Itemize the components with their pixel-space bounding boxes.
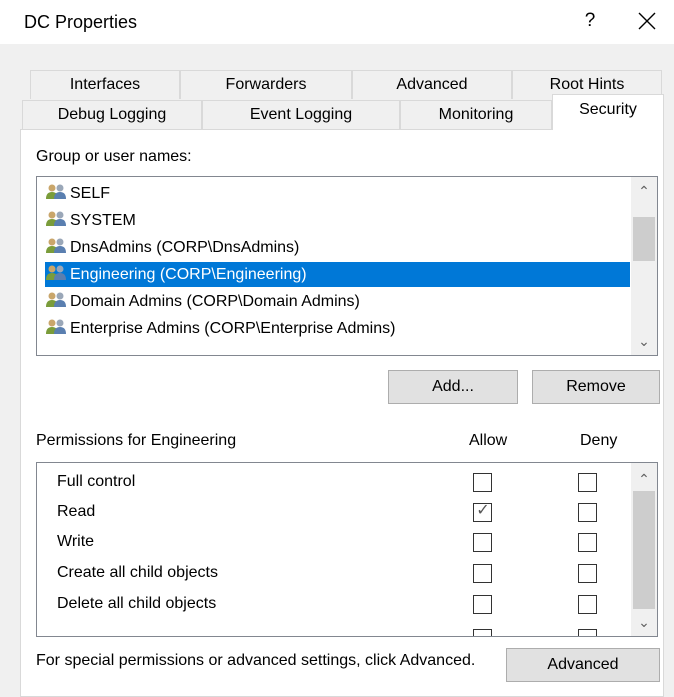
list-item-label: SYSTEM [70, 212, 136, 229]
tab-forwarders[interactable]: Forwarders [180, 70, 352, 99]
permission-name: Full control [57, 473, 136, 490]
deny-checkbox-delete-child[interactable] [578, 595, 597, 614]
dialog-title: DC Properties [24, 12, 138, 32]
permissions-scrollbar[interactable]: ⌃ ⌄ [631, 463, 657, 636]
checkmark-icon [579, 472, 597, 490]
list-item-system[interactable]: SYSTEM [45, 208, 630, 233]
tab-interfaces[interactable]: Interfaces [30, 70, 180, 99]
users-group-icon [46, 292, 66, 307]
users-group-icon [46, 211, 66, 226]
allow-checkbox-full-control[interactable] [473, 473, 492, 492]
allow-checkbox-delete-child[interactable] [473, 595, 492, 614]
advanced-button[interactable]: Advanced [506, 648, 660, 682]
special-permissions-note: For special permissions or advanced sett… [36, 652, 476, 669]
permission-name: Read [57, 503, 96, 520]
scroll-up-arrow-icon[interactable]: ⌃ [631, 179, 657, 203]
allow-checkbox-create-child[interactable] [473, 564, 492, 583]
title-bar: DC Properties ? [0, 0, 674, 44]
checkmark-icon [579, 532, 597, 550]
list-item-engineering[interactable]: Engineering (CORP\Engineering) [45, 262, 630, 287]
allow-checkbox-read[interactable]: ✓ [473, 502, 492, 522]
deny-checkbox-create-child[interactable] [578, 564, 597, 583]
tab-advanced[interactable]: Advanced [352, 70, 512, 99]
scroll-down-arrow-icon[interactable]: ⌄ [631, 329, 657, 353]
list-item-enterprise-admins[interactable]: Enterprise Admins (CORP\Enterprise Admin… [45, 316, 630, 341]
help-button[interactable]: ? [574, 6, 606, 36]
checkmark-icon [474, 472, 492, 490]
allow-checkbox-partial[interactable] [473, 629, 492, 636]
close-icon [638, 12, 656, 30]
checkmark-icon: ✓ [476, 502, 490, 519]
tab-monitoring[interactable]: Monitoring [400, 100, 552, 129]
list-item-label: Enterprise Admins (CORP\Enterprise Admin… [70, 320, 396, 337]
checkmark-icon [474, 594, 492, 612]
checkmark-icon [579, 563, 597, 581]
checkmark-icon [579, 594, 597, 612]
group-list-scrollbar[interactable]: ⌃ ⌄ [631, 177, 657, 355]
list-item-dnsadmins[interactable]: DnsAdmins (CORP\DnsAdmins) [45, 235, 630, 260]
permission-name: Write [57, 533, 95, 550]
group-names-list[interactable]: SELF SYSTEM DnsAdmins (CORP\DnsAdmins) E… [36, 176, 658, 356]
close-button[interactable] [630, 4, 664, 38]
permissions-list: Full control Read ✓ Write Create all chi… [36, 462, 658, 637]
checkmark-icon [579, 502, 597, 520]
scroll-thumb[interactable] [633, 491, 655, 609]
list-item-label: SELF [70, 185, 111, 202]
allow-column-header: Allow [469, 432, 508, 449]
add-button[interactable]: Add... [388, 370, 518, 404]
scroll-up-arrow-icon[interactable]: ⌃ [631, 467, 657, 491]
checkmark-icon [474, 532, 492, 550]
users-group-icon [46, 184, 66, 199]
list-item-domain-admins[interactable]: Domain Admins (CORP\Domain Admins) [45, 289, 630, 314]
permission-name: Delete all child objects [57, 595, 217, 612]
tab-event-logging[interactable]: Event Logging [202, 100, 400, 129]
deny-column-header: Deny [580, 432, 618, 449]
remove-button[interactable]: Remove [532, 370, 660, 404]
list-item-self[interactable]: SELF [45, 181, 630, 206]
permissions-label: Permissions for Engineering [36, 432, 237, 449]
tab-security[interactable]: Security [552, 94, 664, 130]
deny-checkbox-full-control[interactable] [578, 473, 597, 492]
scroll-thumb[interactable] [633, 217, 655, 261]
users-group-icon [46, 265, 66, 280]
list-item-label: Engineering (CORP\Engineering) [70, 266, 307, 283]
tab-debug-logging[interactable]: Debug Logging [22, 100, 202, 129]
list-item-label: DnsAdmins (CORP\DnsAdmins) [70, 239, 300, 256]
users-group-icon [46, 319, 66, 334]
list-item-label: Domain Admins (CORP\Domain Admins) [70, 293, 360, 310]
permission-name: Create all child objects [57, 564, 218, 581]
allow-checkbox-write[interactable] [473, 533, 492, 552]
deny-checkbox-partial[interactable] [578, 629, 597, 636]
checkmark-icon [474, 563, 492, 581]
scroll-down-arrow-icon[interactable]: ⌄ [631, 610, 657, 634]
deny-checkbox-write[interactable] [578, 533, 597, 552]
deny-checkbox-read[interactable] [578, 503, 597, 522]
users-group-icon [46, 238, 66, 253]
group-names-label: Group or user names: [36, 148, 192, 165]
